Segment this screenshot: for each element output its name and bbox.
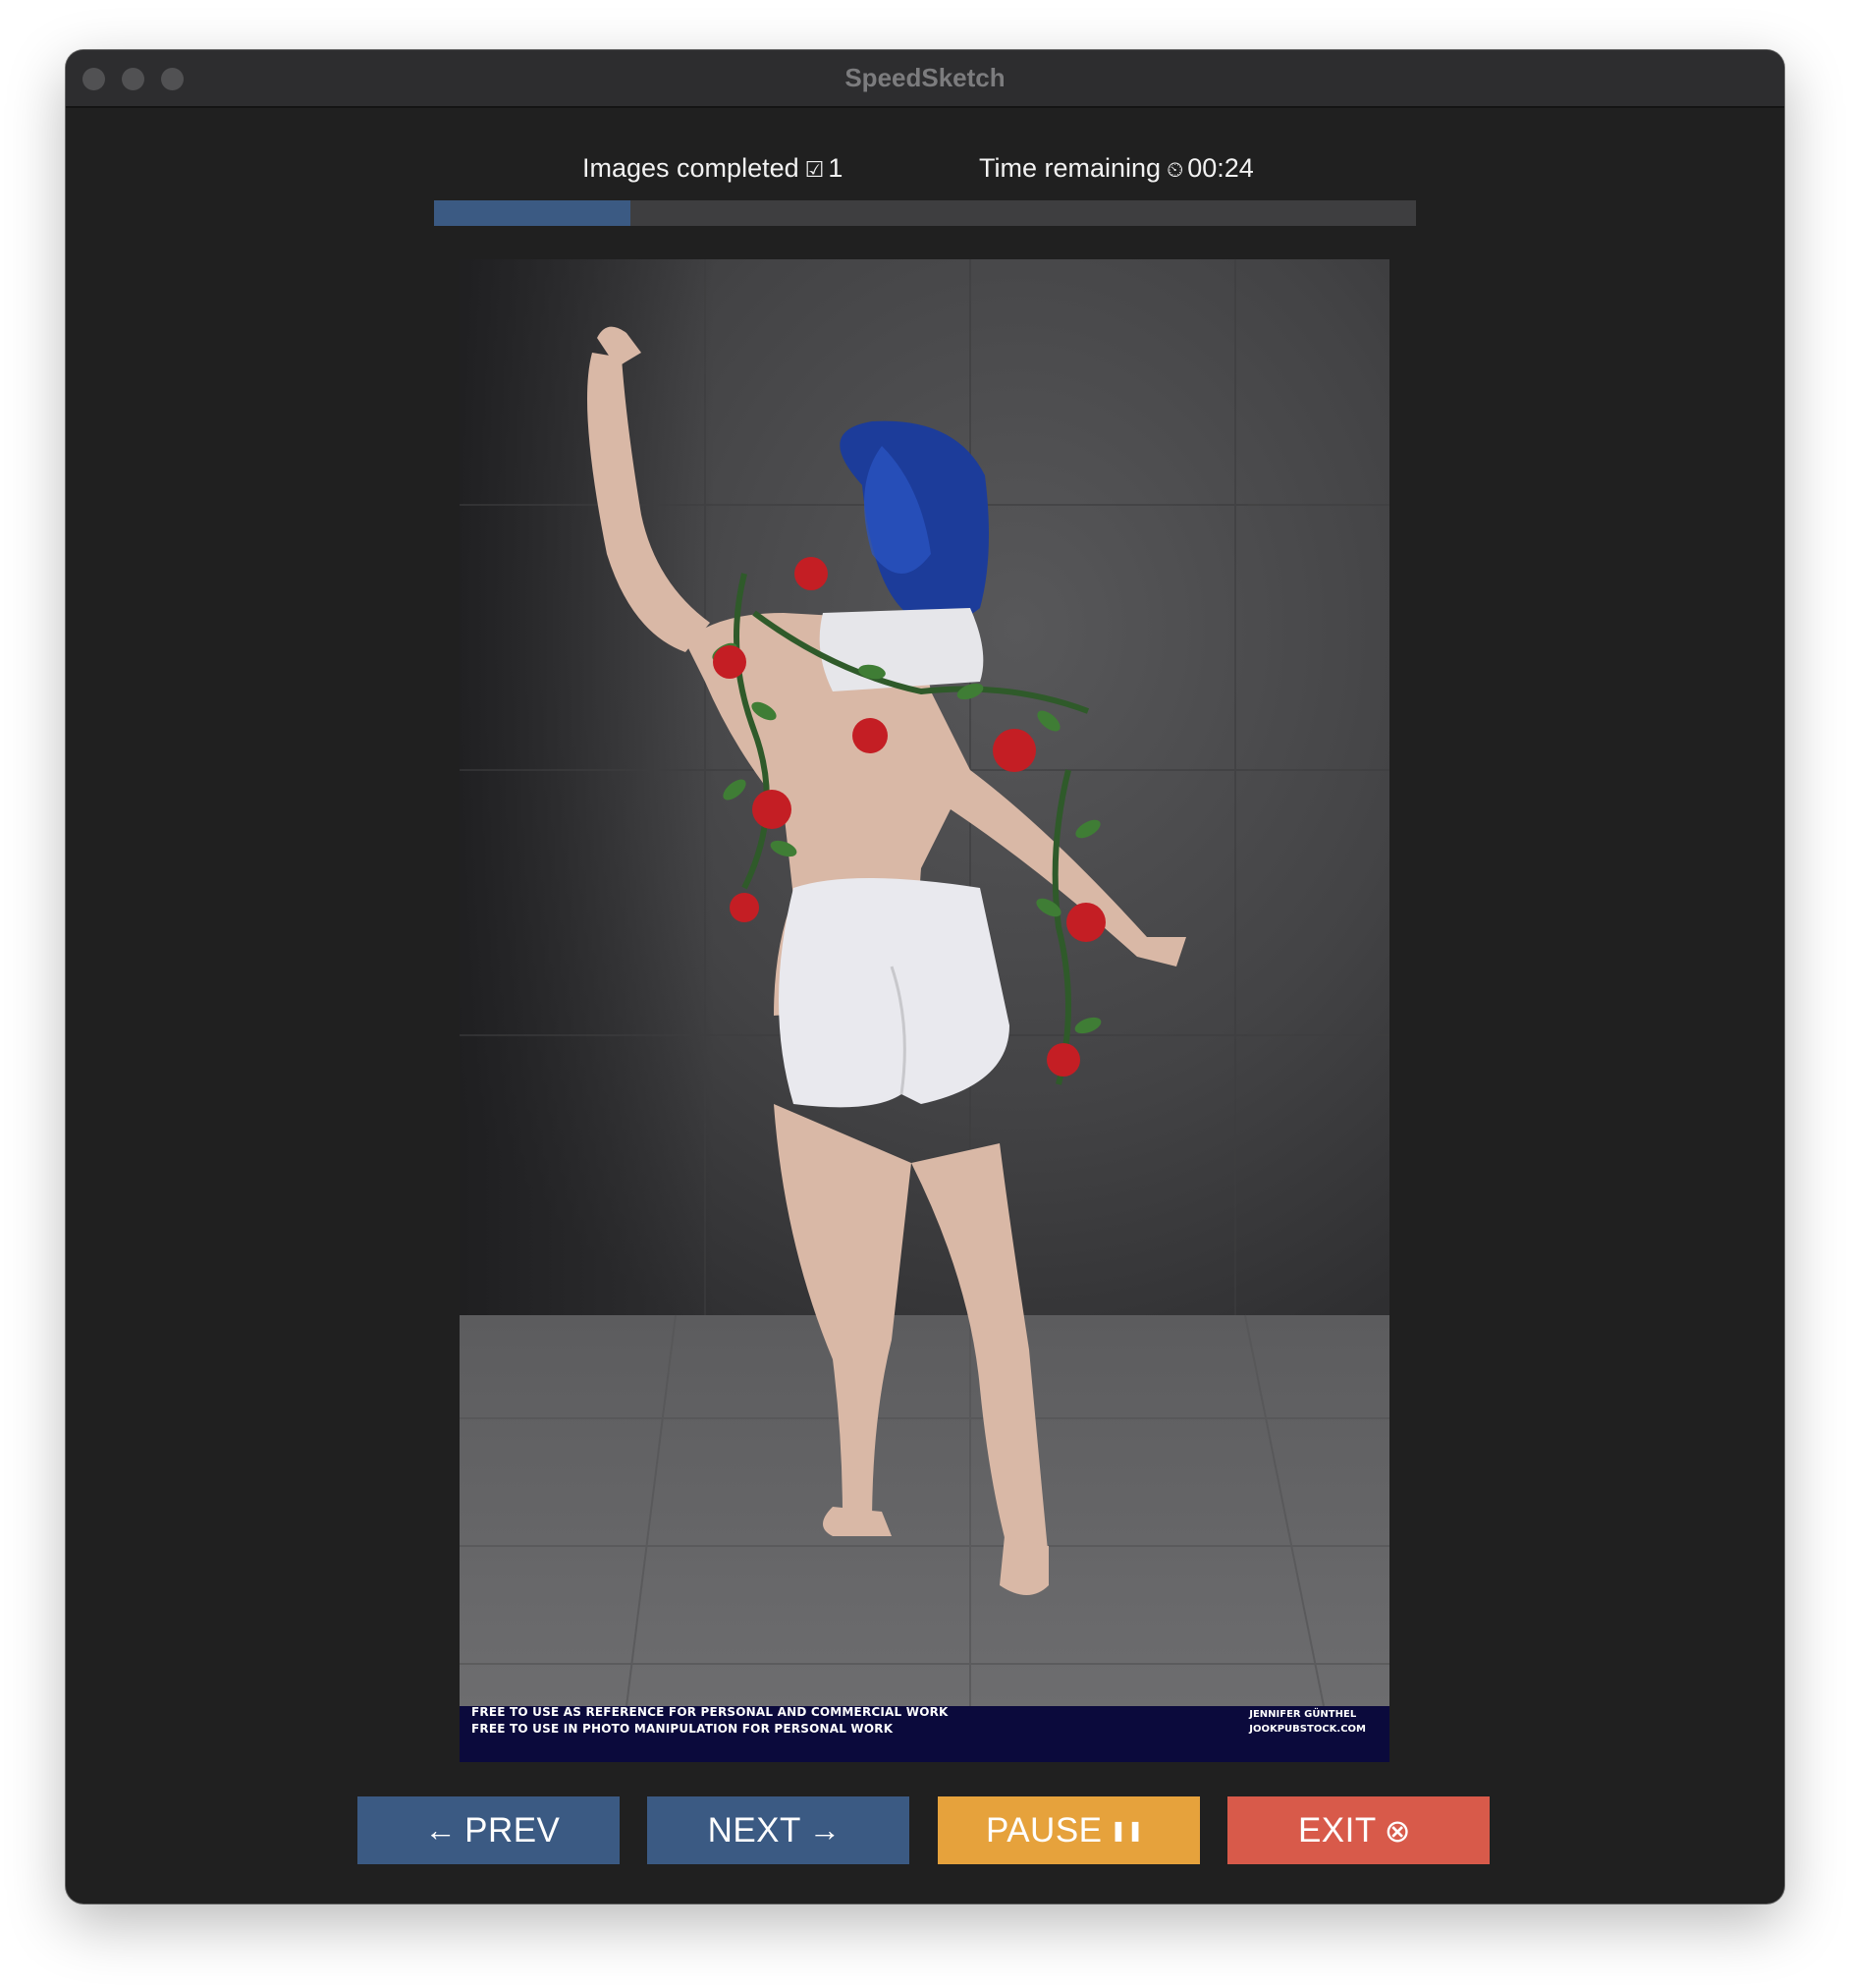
exit-button[interactable]: EXIT ⊗ [1227,1796,1490,1864]
photo-credit-site: JOOKPUBSTOCK.COM [1249,1724,1366,1735]
photo-credit-name: JENNIFER GÜNTHEL [1249,1709,1357,1720]
pause-button[interactable]: PAUSE ❚❚ [938,1796,1200,1864]
arrow-left-icon: ← [424,1812,458,1848]
progress-bar [434,200,1416,226]
exit-button-label: EXIT [1297,1810,1377,1850]
timer-icon: ⏲ [1167,157,1184,182]
images-completed-label: Images completed [582,153,799,183]
title-bar[interactable]: SpeedSketch [66,50,1784,108]
close-circle-icon: ⊗ [1384,1812,1412,1849]
checkbox-icon: ☑ [804,157,825,182]
reference-photo-image [460,259,1389,1762]
pause-button-label: PAUSE [985,1810,1103,1850]
license-watermark: FREE TO USE AS REFERENCE FOR PERSONAL AN… [471,1704,949,1738]
next-button-label: NEXT [707,1810,801,1850]
window-title: SpeedSketch [844,63,1006,92]
prev-button[interactable]: ← PREV [357,1796,620,1864]
photo-credit: JENNIFER GÜNTHEL JOOKPUBSTOCK.COM [1249,1707,1366,1737]
pause-icon: ❚❚ [1110,1820,1145,1842]
arrow-right-icon: → [808,1812,842,1848]
app-window: SpeedSketch Images completed ☑ 1 Time rema… [66,50,1784,1904]
reference-photo: FREE TO USE AS REFERENCE FOR PERSONAL AN… [460,259,1389,1762]
progress-bar-fill [434,200,630,226]
time-remaining-stat: Time remaining ⏲ 00:24 [979,148,1254,188]
images-completed-stat: Images completed ☑ 1 [582,148,843,188]
time-remaining-value: 00:24 [1187,153,1254,183]
prev-button-label: PREV [464,1810,561,1850]
time-remaining-label: Time remaining [979,153,1162,183]
next-button[interactable]: NEXT → [647,1796,909,1864]
images-completed-count: 1 [828,153,843,183]
license-watermark-line1: FREE TO USE AS REFERENCE FOR PERSONAL AN… [471,1705,949,1719]
license-watermark-line2: FREE TO USE IN PHOTO MANIPULATION FOR PE… [471,1722,894,1736]
